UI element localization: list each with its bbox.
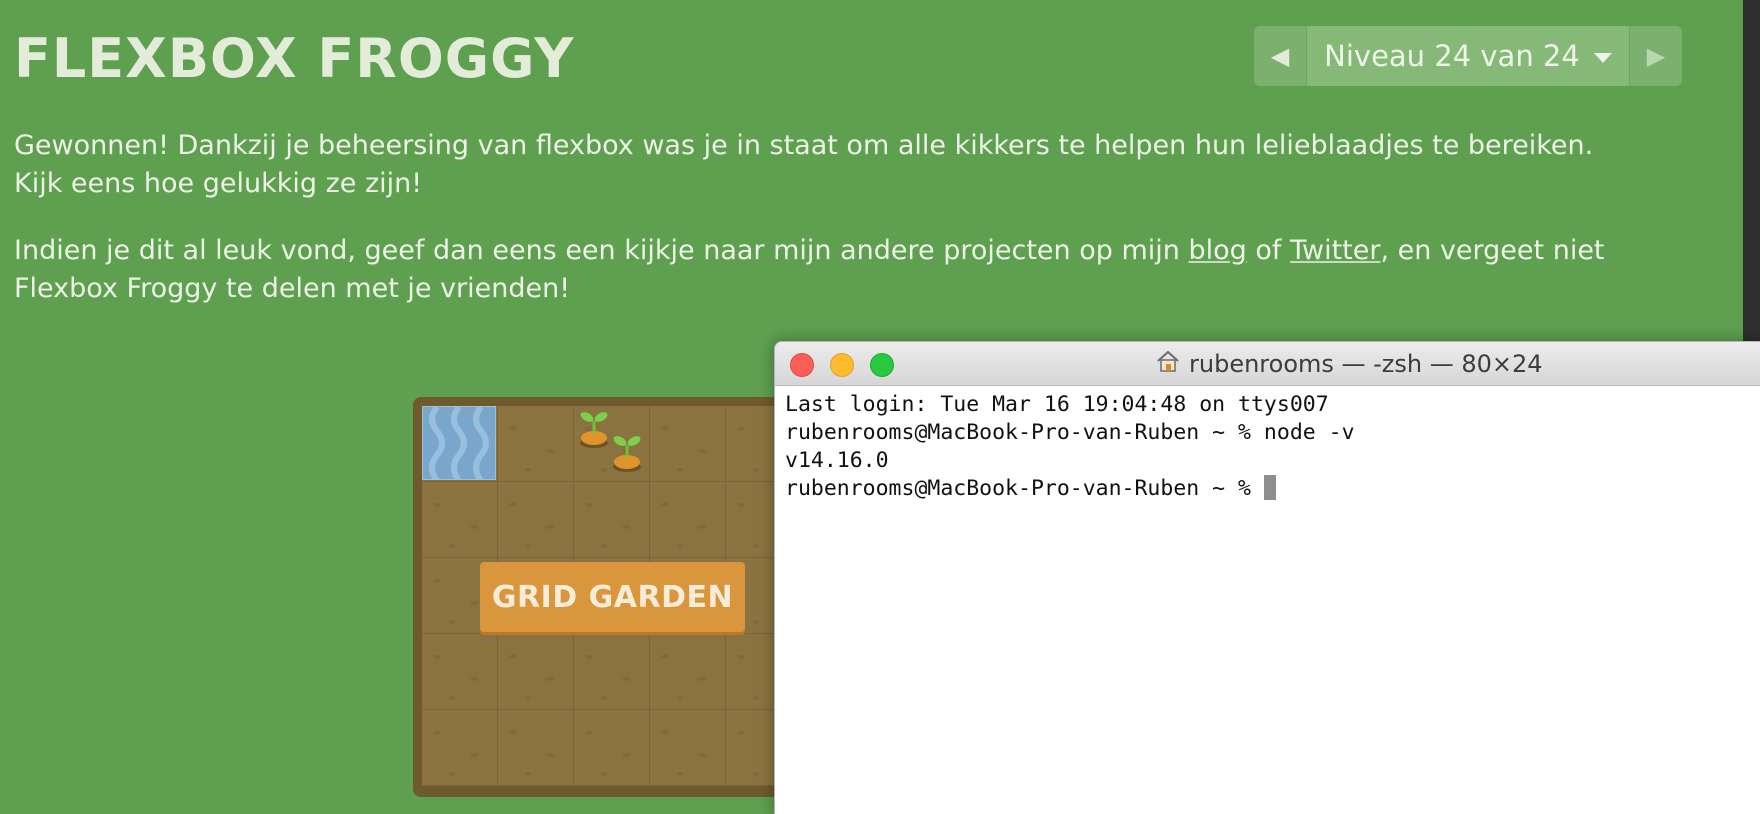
text-cursor: [1263, 475, 1276, 500]
garden-cell: [498, 710, 574, 786]
home-icon: [1155, 348, 1181, 380]
carrot-sprout-icon: [613, 436, 641, 472]
garden-cell: [498, 634, 574, 710]
garden-cell: [422, 482, 498, 558]
terminal-window: rubenrooms — -zsh — 80×24 Last login: Tu…: [774, 341, 1760, 814]
garden-cell: [650, 634, 726, 710]
garden-cell: [422, 710, 498, 786]
terminal-line: v14.16.0: [785, 448, 889, 473]
garden-cell: [650, 710, 726, 786]
share-text-middle: of: [1246, 235, 1290, 266]
grid-garden-button[interactable]: GRID GARDEN: [480, 562, 745, 632]
triangle-left-icon: ◀: [1270, 42, 1290, 70]
share-text-start: Indien je dit al leuk vond, geef dan een…: [14, 235, 1189, 266]
terminal-line: rubenrooms@MacBook-Pro-van-Ruben ~ % nod…: [785, 420, 1355, 445]
previous-level-button[interactable]: ◀: [1254, 26, 1307, 86]
blog-link[interactable]: blog: [1188, 235, 1246, 266]
terminal-line: Last login: Tue Mar 16 19:04:48 on ttys0…: [785, 392, 1329, 417]
garden-cell: [650, 406, 726, 482]
terminal-title-text: rubenrooms — -zsh — 80×24: [1189, 349, 1543, 378]
win-message: Gewonnen! Dankzij je beheersing van flex…: [14, 130, 1594, 199]
garden-cell: [650, 482, 726, 558]
level-label: Niveau 24 van 24: [1324, 39, 1580, 73]
garden-cell: [574, 710, 650, 786]
garden-cell: [574, 482, 650, 558]
terminal-prompt-line: rubenrooms@MacBook-Pro-van-Ruben ~ %: [785, 475, 1760, 503]
terminal-prompt: rubenrooms@MacBook-Pro-van-Ruben ~ %: [785, 476, 1264, 501]
level-navigation: ◀ Niveau 24 van 24 ▶: [1254, 26, 1682, 86]
page-title: FLEXBOX FROGGY: [14, 27, 575, 90]
terminal-title: rubenrooms — -zsh — 80×24: [1155, 342, 1543, 385]
share-message: Indien je dit al leuk vond, geef dan een…: [14, 232, 1634, 308]
grid-garden-preview: GRID GARDEN: [413, 397, 785, 797]
terminal-titlebar[interactable]: rubenrooms — -zsh — 80×24: [775, 342, 1760, 386]
garden-cell: [498, 482, 574, 558]
close-window-button[interactable]: [790, 353, 814, 377]
caret-down-icon: [1593, 53, 1612, 63]
next-level-button[interactable]: ▶: [1629, 26, 1682, 86]
level-selector[interactable]: Niveau 24 van 24: [1307, 26, 1629, 86]
terminal-output[interactable]: Last login: Tue Mar 16 19:04:48 on ttys0…: [775, 386, 1760, 503]
water-tile: [422, 406, 496, 480]
garden-cell: [574, 634, 650, 710]
minimize-window-button[interactable]: [830, 353, 854, 377]
garden-cell: [498, 406, 574, 482]
garden-cell: [422, 634, 498, 710]
carrot-sprout-icon: [580, 412, 608, 448]
twitter-link[interactable]: Twitter: [1290, 235, 1381, 266]
maximize-window-button[interactable]: [870, 353, 894, 377]
triangle-right-icon: ▶: [1646, 42, 1666, 70]
